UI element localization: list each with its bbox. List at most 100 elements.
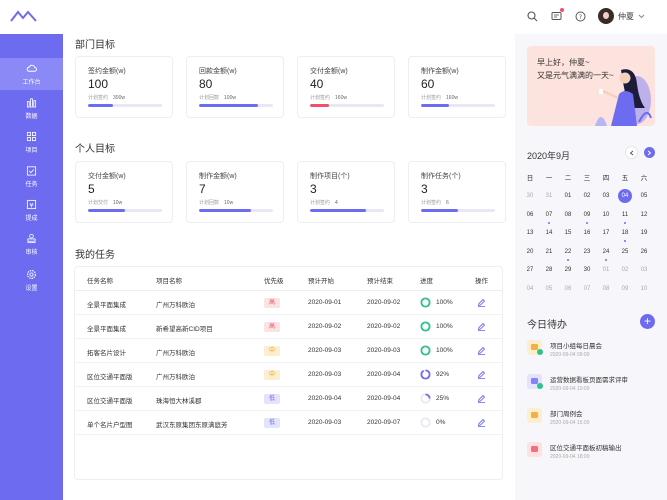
- calendar-day[interactable]: 14: [542, 226, 556, 240]
- card-plan-value: 300w: [113, 95, 125, 101]
- table-row[interactable]: 全景平面集成 广州万科欧泊 高 2020-09-01 2020-09-02 10…: [75, 291, 502, 315]
- calendar-day[interactable]: 19: [637, 226, 651, 240]
- calendar-day[interactable]: 15: [561, 226, 575, 240]
- todo-item[interactable]: 部门周例会 2020-09-04 15:00: [527, 406, 657, 434]
- calendar-day[interactable]: 07: [542, 208, 556, 222]
- help-icon[interactable]: ?: [574, 10, 586, 22]
- calendar-day[interactable]: 18: [618, 226, 632, 240]
- calendar-day[interactable]: 29: [561, 263, 575, 277]
- sidebar-item-label: 设置: [25, 285, 38, 292]
- start-date: 2020-09-01: [308, 299, 342, 306]
- priority-badge: 中: [264, 346, 280, 356]
- calendar-day[interactable]: 02: [580, 189, 594, 203]
- calendar-day[interactable]: 03: [599, 189, 613, 203]
- calendar-day[interactable]: 09: [580, 208, 594, 222]
- table-row[interactable]: 全景平面集成 新希望高新CID项目 高 2020-09-02 2020-09-0…: [75, 315, 502, 339]
- card-progress-bar: [199, 104, 273, 107]
- calendar-day[interactable]: 25: [618, 245, 632, 259]
- calendar-day[interactable]: 23: [580, 245, 594, 259]
- start-date: 2020-09-03: [308, 347, 342, 354]
- calendar-day[interactable]: 17: [599, 226, 613, 240]
- edit-icon[interactable]: [477, 370, 486, 379]
- chat-icon: [527, 408, 542, 423]
- sidebar-item-data[interactable]: 数据: [0, 92, 63, 124]
- calendar-day[interactable]: 22: [561, 245, 575, 259]
- calendar-day[interactable]: 04: [618, 189, 632, 203]
- calendar-day[interactable]: 05: [542, 282, 556, 296]
- next-month-button[interactable]: [644, 147, 655, 158]
- calendar-day[interactable]: 10: [637, 282, 651, 296]
- end-date: 2020-09-02: [367, 299, 401, 306]
- card-value: 5: [88, 182, 95, 196]
- card-progress-fill: [199, 104, 259, 107]
- calendar-day[interactable]: 06: [523, 208, 537, 222]
- calendar-day[interactable]: 05: [637, 189, 651, 203]
- table-row[interactable]: 单个名片户型图 武汉东原集团东原满庭芳 低 2020-09-03 2020-09…: [75, 411, 502, 435]
- calendar-day[interactable]: 24: [599, 245, 613, 259]
- table-row[interactable]: 拓客名片设计 广州万科欧泊 中 2020-09-03 2020-09-03 10…: [75, 339, 502, 363]
- message-icon[interactable]: [550, 8, 564, 22]
- card-plan-label: 计划签约: [310, 200, 331, 206]
- calendar-day[interactable]: 01: [599, 263, 613, 277]
- calendar-day[interactable]: 04: [523, 282, 537, 296]
- calendar-day[interactable]: 03: [637, 263, 651, 277]
- todo-title-text: 项目小组每日晨会: [550, 343, 602, 350]
- chevron-right-icon: [647, 150, 652, 155]
- card-plan-value: 100w: [224, 95, 236, 101]
- sidebar-item-workbench[interactable]: 工作台: [0, 58, 63, 90]
- calendar-day[interactable]: 09: [618, 282, 632, 296]
- sidebar-item-settings[interactable]: 设置: [0, 264, 63, 296]
- calendar-day[interactable]: 11: [618, 208, 632, 222]
- user-menu[interactable]: 仲夏: [598, 8, 645, 24]
- task-name: 单个名片户型图: [87, 422, 133, 429]
- sidebar-item-label: 项目: [25, 147, 38, 154]
- calendar-day[interactable]: 21: [542, 245, 556, 259]
- calendar-day[interactable]: 07: [580, 282, 594, 296]
- column-header: 项目名称: [156, 278, 182, 285]
- calendar-day[interactable]: 08: [599, 282, 613, 296]
- card-progress-fill: [421, 209, 458, 212]
- prev-month-button[interactable]: [626, 147, 637, 158]
- sidebar-item-review[interactable]: 审核: [0, 228, 63, 260]
- calendar-day[interactable]: 30: [580, 263, 594, 277]
- calendar-day[interactable]: 08: [561, 208, 575, 222]
- sidebar-item-label: 审核: [25, 249, 38, 256]
- calendar-day[interactable]: 16: [580, 226, 594, 240]
- calendar-day[interactable]: 13: [523, 226, 537, 240]
- edit-icon[interactable]: [477, 394, 486, 403]
- column-header: 预计结束: [367, 278, 393, 285]
- calendar-day[interactable]: 26: [637, 245, 651, 259]
- calendar-day[interactable]: 20: [523, 245, 537, 259]
- sidebar-item-tasks[interactable]: 任务: [0, 160, 63, 192]
- calendar-day[interactable]: 10: [599, 208, 613, 222]
- start-date: 2020-09-04: [308, 395, 342, 402]
- table-row[interactable]: 区位交通平面版 广州万科欧泊 中 2020-09-03 2020-09-04 9…: [75, 363, 502, 387]
- calendar-day[interactable]: 01: [561, 189, 575, 203]
- edit-icon[interactable]: [477, 418, 486, 427]
- todo-item[interactable]: 区位交通平面板初稿输出 2020-09-04 18:00: [527, 440, 657, 468]
- progress-ring: [420, 393, 431, 404]
- column-header: 操作: [475, 278, 488, 285]
- add-todo-button[interactable]: +: [640, 314, 655, 329]
- calendar-day[interactable]: 28: [542, 263, 556, 277]
- todo-item[interactable]: 运营数据看板页面需求评审 2020-09-04 10:00: [527, 372, 657, 400]
- card-progress-bar: [88, 104, 162, 107]
- calendar-day[interactable]: 31: [542, 189, 556, 203]
- calendar-day[interactable]: 27: [523, 263, 537, 277]
- sidebar-item-commission[interactable]: ¥ 提成: [0, 194, 63, 226]
- sidebar-item-projects[interactable]: 项目: [0, 126, 63, 158]
- edit-icon[interactable]: [477, 322, 486, 331]
- calendar-day[interactable]: 06: [561, 282, 575, 296]
- search-icon[interactable]: [526, 10, 538, 22]
- calendar-day[interactable]: 30: [523, 189, 537, 203]
- table-row[interactable]: 区位交通平面版 珠海恒大林溪郡 低 2020-09-04 2020-09-04 …: [75, 387, 502, 411]
- edit-icon[interactable]: [477, 298, 486, 307]
- card-value: 40: [310, 77, 324, 91]
- calendar-day[interactable]: 12: [637, 208, 651, 222]
- progress-value: 25%: [436, 395, 450, 402]
- todo-item[interactable]: 项目小组每日晨会 2020-09-04 09:00: [527, 338, 657, 366]
- calendar-day[interactable]: 02: [618, 263, 632, 277]
- progress-value: 100%: [436, 299, 453, 306]
- card-progress-bar: [421, 209, 495, 212]
- edit-icon[interactable]: [477, 346, 486, 355]
